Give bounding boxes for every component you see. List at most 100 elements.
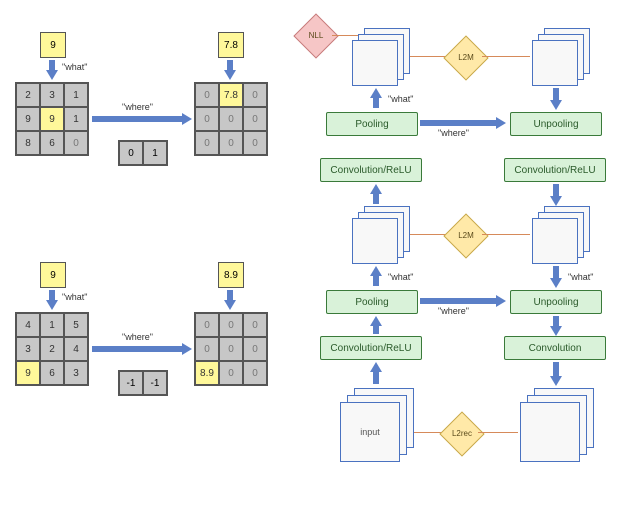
grid-cell: 0 xyxy=(243,83,267,107)
grid-cell: 0 xyxy=(195,313,219,337)
l2rec-label: L2rec xyxy=(442,429,482,438)
arrow-head xyxy=(550,376,562,386)
ex1-input-grid: 231991860 xyxy=(15,82,89,156)
input-label: input xyxy=(360,427,380,437)
grid-cell: 0 xyxy=(219,313,243,337)
arrow-stem xyxy=(553,266,559,278)
grid-cell: 0 xyxy=(219,131,243,155)
grid-cell: 5 xyxy=(64,313,88,337)
feature-stack-top-left xyxy=(352,28,406,82)
arrow-stem xyxy=(92,116,182,122)
grid-cell: 2 xyxy=(40,337,64,361)
grid-cell: 9 xyxy=(16,361,40,385)
ex1-output-grid: 07.80000000 xyxy=(194,82,268,156)
ex2-pooled-value: 9 xyxy=(50,270,56,281)
grid-cell: 6 xyxy=(40,131,64,155)
arrow-head xyxy=(370,184,382,194)
where-label-1: "where" xyxy=(438,128,469,138)
arrow-head xyxy=(496,295,506,307)
arrow-head xyxy=(550,100,562,110)
grid-cell: 3 xyxy=(16,337,40,361)
grid-cell: 8 xyxy=(16,131,40,155)
conv-relu-label: Convolution/ReLU xyxy=(330,165,411,176)
pooling-block-1: Pooling xyxy=(326,112,418,136)
grid-cell: 0 xyxy=(64,131,88,155)
ex2-output-grid: 0000008.900 xyxy=(194,312,268,386)
grid-cell: 0 xyxy=(219,337,243,361)
arrow-stem xyxy=(553,88,559,100)
connector xyxy=(482,56,530,57)
what-label-right-mid: "what" xyxy=(568,272,593,282)
ex1-where-label: "where" xyxy=(122,102,153,112)
arrow-stem xyxy=(227,290,233,300)
input-stack: input xyxy=(340,388,410,458)
arrow-head xyxy=(550,326,562,336)
grid-cell: 0 xyxy=(243,361,267,385)
arrow-stem xyxy=(553,362,559,376)
grid-cell: 4 xyxy=(16,313,40,337)
arrow-head xyxy=(182,343,192,355)
grid-cell: 1 xyxy=(64,83,88,107)
ex1-where-0: 0 xyxy=(119,141,143,165)
feature-stack-mid-left xyxy=(352,206,406,260)
unpooling-label: Unpooling xyxy=(533,119,578,130)
connector xyxy=(478,432,518,433)
recon-stack xyxy=(520,388,590,458)
nll-label: NLL xyxy=(296,31,336,40)
ex1-pooled-box: 9 xyxy=(40,32,66,58)
ex2-pooled-box: 9 xyxy=(40,262,66,288)
ex1-what-label: "what" xyxy=(62,62,87,72)
grid-cell: 3 xyxy=(64,361,88,385)
arrow-head xyxy=(224,300,236,310)
unpooling-block-2: Unpooling xyxy=(510,290,602,314)
arrow-head xyxy=(550,196,562,206)
arrow-head xyxy=(370,316,382,326)
what-label-left-top: "what" xyxy=(388,94,413,104)
arrow-head xyxy=(370,266,382,276)
arrow-stem xyxy=(373,276,379,286)
feature-stack-top-right xyxy=(532,28,586,82)
conv-relu-label: Convolution/ReLU xyxy=(330,343,411,354)
what-label-left-mid: "what" xyxy=(388,272,413,282)
where-label-2: "where" xyxy=(438,306,469,316)
grid-cell: 6 xyxy=(40,361,64,385)
ex1-output-value: 7.8 xyxy=(224,40,238,51)
ex2-where-label: "where" xyxy=(122,332,153,342)
ex2-where-1: -1 xyxy=(143,371,167,395)
connector xyxy=(482,234,530,235)
arrow-stem xyxy=(373,372,379,384)
grid-cell: 0 xyxy=(243,107,267,131)
grid-cell: 0 xyxy=(195,131,219,155)
grid-cell: 2 xyxy=(16,83,40,107)
canvas: 9 "what" 231991860 "where" 0 1 7.8 07.80… xyxy=(0,0,640,520)
grid-cell: 0 xyxy=(243,337,267,361)
arrow-stem xyxy=(49,60,55,70)
conv-relu-block-left-2: Convolution/ReLU xyxy=(320,336,422,360)
ex2-where-0: -1 xyxy=(119,371,143,395)
unpooling-block-1: Unpooling xyxy=(510,112,602,136)
grid-cell: 4 xyxy=(64,337,88,361)
arrow-head xyxy=(46,70,58,80)
grid-cell: 0 xyxy=(243,313,267,337)
ex2-input-grid: 415324963 xyxy=(15,312,89,386)
ex2-what-label: "what" xyxy=(62,292,87,302)
ex1-pooled-value: 9 xyxy=(50,40,56,51)
grid-cell: 0 xyxy=(195,107,219,131)
l2m-label-top: L2M xyxy=(446,53,486,62)
arrow-head xyxy=(46,300,58,310)
arrow-stem xyxy=(420,120,496,126)
convolution-label: Convolution xyxy=(529,343,582,354)
grid-cell: 1 xyxy=(40,313,64,337)
l2m-label-mid: L2M xyxy=(446,231,486,240)
ex1-where-1: 1 xyxy=(143,141,167,165)
arrow-stem xyxy=(553,316,559,326)
convolution-block-right: Convolution xyxy=(504,336,606,360)
grid-cell: 1 xyxy=(64,107,88,131)
grid-cell: 0 xyxy=(195,337,219,361)
grid-cell: 3 xyxy=(40,83,64,107)
arrow-head xyxy=(182,113,192,125)
pooling-label: Pooling xyxy=(355,119,388,130)
arrow-stem xyxy=(49,290,55,300)
ex1-output-box: 7.8 xyxy=(218,32,244,58)
grid-cell: 7.8 xyxy=(219,83,243,107)
